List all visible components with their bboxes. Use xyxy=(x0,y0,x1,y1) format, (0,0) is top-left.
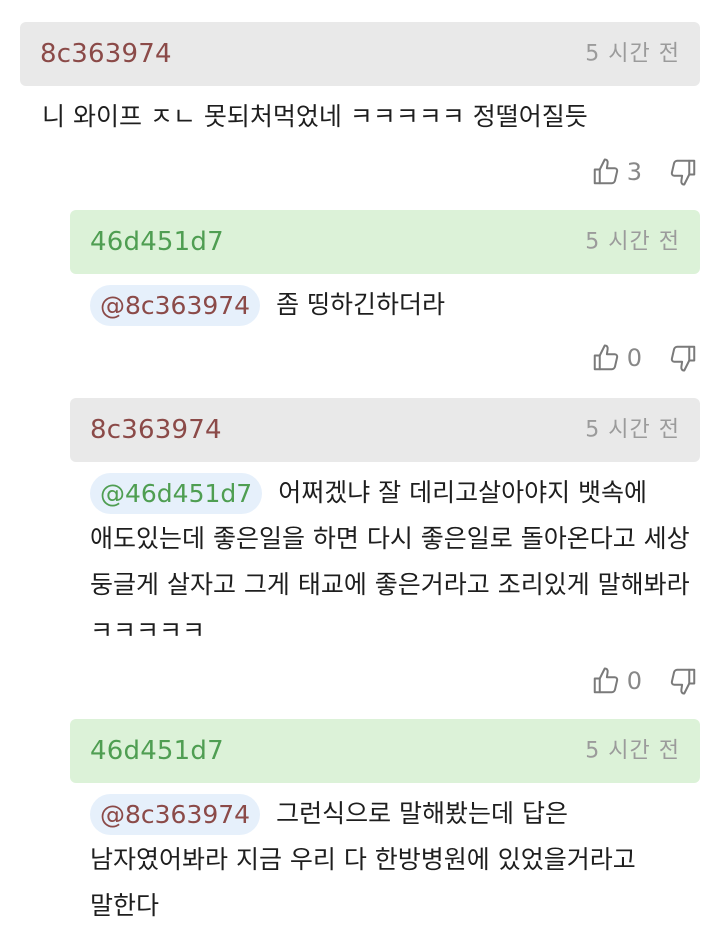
thumbs-up-icon xyxy=(591,666,621,696)
vote-actions: 0 xyxy=(591,338,698,378)
thumbs-down-icon xyxy=(668,157,698,187)
like-count: 0 xyxy=(626,344,642,372)
comment-header: 46d451d7 5 시간 전 xyxy=(70,210,700,274)
dislike-button[interactable] xyxy=(668,343,698,373)
thumbs-down-icon xyxy=(668,666,698,696)
like-button[interactable]: 0 xyxy=(591,343,668,373)
mention-tag[interactable]: @46d451d7 xyxy=(90,473,263,514)
like-button[interactable]: 0 xyxy=(591,666,668,696)
author-name[interactable]: 46d451d7 xyxy=(90,227,224,257)
author-name[interactable]: 8c363974 xyxy=(40,39,172,69)
timestamp: 5 시간 전 xyxy=(585,41,680,67)
comment-text: @8c363974 좀 띵하긴하더라 xyxy=(90,282,690,328)
timestamp: 5 시간 전 xyxy=(585,738,680,764)
dislike-button[interactable] xyxy=(668,666,698,696)
mention-tag[interactable]: @8c363974 xyxy=(90,285,261,326)
thumbs-up-icon xyxy=(591,157,621,187)
like-count: 0 xyxy=(626,667,642,695)
like-button[interactable]: 3 xyxy=(591,157,668,187)
vote-actions: 0 xyxy=(591,661,698,701)
timestamp: 5 시간 전 xyxy=(585,417,680,443)
author-name[interactable]: 46d451d7 xyxy=(90,736,224,766)
thumbs-down-icon xyxy=(668,343,698,373)
comment-body: 니 와이프 ㅈㄴ 못되처먹었네 ㅋㅋㅋㅋㅋ 정떨어질듯 xyxy=(42,102,588,131)
thumbs-up-icon xyxy=(591,343,621,373)
comment-text: @46d451d7 어쩌겠냐 잘 데리고살아야지 뱃속에 애도있는데 좋은일을 하… xyxy=(90,470,690,654)
timestamp: 5 시간 전 xyxy=(585,229,680,255)
mention-label: @8c363974 xyxy=(100,800,251,829)
vote-actions: 3 xyxy=(591,152,698,192)
mention-label: @8c363974 xyxy=(100,291,251,320)
comment-header: 46d451d7 5 시간 전 xyxy=(70,719,700,783)
comment-text: 니 와이프 ㅈㄴ 못되처먹었네 ㅋㅋㅋㅋㅋ 정떨어질듯 xyxy=(42,94,682,140)
comment-header: 8c363974 5 시간 전 xyxy=(70,398,700,462)
comment-body: 좀 띵하긴하더라 xyxy=(276,290,446,319)
like-count: 3 xyxy=(626,158,642,186)
mention-tag[interactable]: @8c363974 xyxy=(90,794,261,835)
comment-text: @8c363974 그런식으로 말해봤는데 답은 남자였어봐라 지금 우리 다 한… xyxy=(90,791,690,929)
dislike-button[interactable] xyxy=(668,157,698,187)
mention-label: @46d451d7 xyxy=(100,479,253,508)
author-name[interactable]: 8c363974 xyxy=(90,415,222,445)
comment-header: 8c363974 5 시간 전 xyxy=(20,22,700,86)
